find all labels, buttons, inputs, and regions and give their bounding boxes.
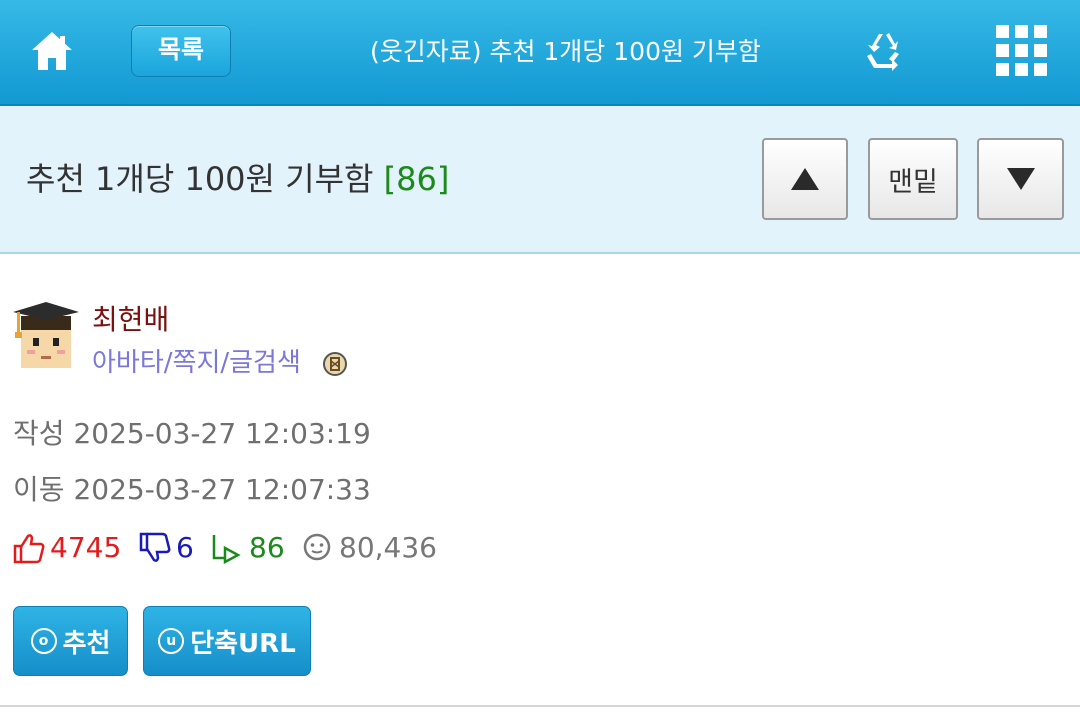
grid-menu-icon[interactable] <box>996 25 1048 77</box>
moved-time: 이동 2025-03-27 12:07:33 <box>13 470 371 510</box>
replies-count: 86 <box>249 531 285 564</box>
post-stats: 4745 6 86 80,436 <box>0 526 1080 570</box>
created-label: 작성 <box>13 417 65 450</box>
likes-count: 4745 <box>50 531 122 564</box>
views-count: 80,436 <box>339 531 437 564</box>
short-url-button[interactable]: u 단축URL <box>143 606 311 676</box>
post-title: 추천 1개당 100원 기부함 [86] <box>26 154 449 204</box>
created-time: 작성 2025-03-27 12:03:19 <box>13 414 371 454</box>
author-links[interactable]: 아바타/쪽지/글검색 <box>92 343 301 383</box>
header-title: (웃긴자료) 추천 1개당 100원 기부함 <box>370 37 761 66</box>
top-bar: 목록 (웃긴자료) 추천 1개당 100원 기부함 <box>0 0 1080 106</box>
scroll-up-button[interactable] <box>762 138 848 220</box>
created-value: 2025-03-27 12:03:19 <box>73 417 371 450</box>
dislikes-count: 6 <box>176 531 194 564</box>
recommend-button[interactable]: o 추천 <box>13 606 128 676</box>
recycle-icon[interactable] <box>862 28 904 74</box>
moved-value: 2025-03-27 12:07:33 <box>73 473 371 506</box>
triangle-down-icon <box>1006 168 1035 190</box>
author-name[interactable]: 최현배 <box>92 300 169 340</box>
home-icon[interactable] <box>28 28 76 74</box>
scroll-bottom-button[interactable]: 맨밑 <box>868 138 958 220</box>
moved-label: 이동 <box>13 473 65 506</box>
divider <box>0 705 1080 707</box>
recommend-label: 추천 <box>62 628 111 659</box>
badge-icon <box>322 351 348 377</box>
short-url-label: 단축URL <box>190 628 296 659</box>
views-face-icon <box>303 533 331 561</box>
thumbs-up-icon <box>13 534 45 564</box>
thumbs-down-icon <box>139 532 171 562</box>
triangle-up-icon <box>791 168 819 190</box>
scroll-down-button[interactable] <box>977 138 1064 220</box>
recommend-circle-icon: o <box>30 628 57 654</box>
list-button[interactable]: 목록 <box>131 25 231 77</box>
avatar[interactable] <box>13 302 79 372</box>
reply-arrow-icon <box>212 535 241 564</box>
post-title-text: 추천 1개당 100원 기부함 <box>26 160 374 198</box>
post-title-bar: 추천 1개당 100원 기부함 [86] 맨밑 <box>0 106 1080 254</box>
reply-count[interactable]: [86] <box>384 160 450 198</box>
short-url-circle-icon: u <box>158 628 185 654</box>
